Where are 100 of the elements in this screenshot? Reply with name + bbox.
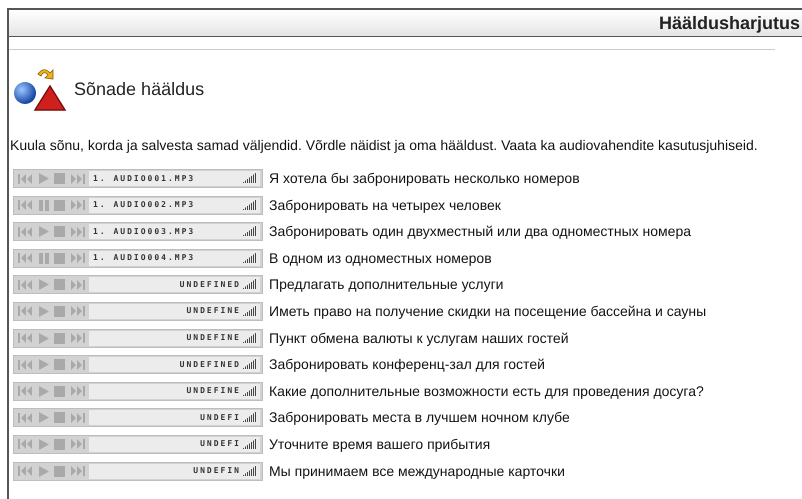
volume-icon [243, 386, 257, 397]
stop-icon[interactable] [54, 279, 65, 290]
pause-icon[interactable] [38, 200, 50, 211]
previous-icon[interactable] [18, 386, 34, 396]
phrase-text: Мы принимаем все международные карточки [269, 462, 565, 481]
stop-icon[interactable] [54, 226, 65, 238]
volume-icon [243, 306, 257, 317]
previous-icon[interactable] [18, 253, 34, 264]
audio-player[interactable]: UNDEFI [13, 408, 263, 428]
play-icon[interactable] [38, 386, 50, 397]
next-icon[interactable] [69, 412, 85, 423]
page-title: Hääldusharjutus [658, 12, 800, 35]
previous-icon[interactable] [18, 439, 34, 450]
stop-icon[interactable] [54, 466, 65, 477]
previous-icon[interactable] [18, 306, 34, 316]
volume-icon [243, 226, 257, 238]
previous-icon[interactable] [18, 360, 34, 370]
audio-player[interactable]: 1. AUDIO002.MP3 [13, 196, 263, 215]
next-icon[interactable] [69, 466, 85, 476]
phrase-text: Забронировать один двухместный или два одноместных номера [269, 222, 692, 242]
track-name: UNDEFINE [186, 332, 241, 344]
pause-icon[interactable] [38, 252, 50, 264]
play-icon[interactable] [38, 279, 50, 290]
previous-icon[interactable] [18, 412, 34, 423]
audio-player[interactable]: UNDEFINE [13, 382, 263, 401]
stop-icon[interactable] [54, 386, 65, 397]
play-icon[interactable] [38, 359, 50, 370]
phrase-text: Пункт обмена валюты к услугам наших гостей [269, 328, 569, 348]
previous-icon[interactable] [18, 333, 34, 344]
track-name: UNDEFI [200, 438, 241, 450]
section-title: Sõnade hääldus [74, 78, 204, 100]
audio-player[interactable]: UNDEFIN [13, 462, 263, 481]
volume-icon [243, 359, 257, 370]
stop-icon[interactable] [54, 412, 65, 424]
phrase-text: В одном из одноместных номеров [269, 248, 492, 268]
instructions: Kuula sõnu, korda ja salvesta samad väljendid. Võrdle näidist ja oma hääldust. Vaata ka audiovahendite kasutusjuhiseid. [9, 136, 759, 155]
audio-player[interactable]: UNDEFINE [13, 302, 263, 321]
volume-icon [243, 279, 257, 290]
phrase-text: Забронировать места в лучшем ночном клубе [269, 408, 570, 428]
stop-icon[interactable] [54, 359, 65, 370]
audio-player[interactable]: UNDEFINED [13, 275, 263, 294]
next-icon[interactable] [69, 386, 85, 396]
next-icon[interactable] [69, 280, 85, 290]
next-icon[interactable] [69, 306, 85, 316]
play-icon[interactable] [38, 466, 50, 477]
stop-icon[interactable] [54, 438, 65, 450]
track-name: 1. AUDIO004.MP3 [93, 252, 196, 264]
track-name: UNDEFINE [186, 305, 241, 318]
stop-icon[interactable] [54, 252, 65, 264]
audio-player[interactable]: 1. AUDIO001.MP3 [13, 169, 263, 188]
next-icon[interactable] [69, 200, 85, 210]
stop-icon[interactable] [54, 332, 65, 344]
volume-icon [243, 200, 257, 211]
next-icon[interactable] [69, 174, 85, 184]
track-name: 1. AUDIO002.MP3 [93, 199, 196, 212]
audio-player[interactable]: UNDEFI [13, 434, 263, 454]
phrase-text: Я хотела бы забронировать несколько номеров [269, 169, 580, 188]
play-icon[interactable] [38, 306, 50, 317]
previous-icon[interactable] [18, 226, 34, 237]
audio-player[interactable]: UNDEFINED [13, 355, 263, 374]
next-icon[interactable] [69, 333, 85, 344]
play-icon[interactable] [38, 226, 50, 238]
audio-player[interactable]: UNDEFINE [13, 328, 263, 348]
volume-icon [243, 466, 257, 477]
next-icon[interactable] [69, 226, 85, 237]
volume-icon [243, 412, 257, 424]
play-icon[interactable] [38, 332, 50, 344]
play-icon[interactable] [38, 438, 50, 450]
previous-icon[interactable] [18, 466, 34, 476]
previous-icon[interactable] [18, 174, 34, 184]
play-icon[interactable] [38, 412, 50, 424]
previous-icon[interactable] [18, 200, 34, 210]
track-name: 1. AUDIO001.MP3 [93, 172, 196, 184]
stop-icon[interactable] [54, 200, 65, 211]
shapes-icon [12, 66, 68, 112]
next-icon[interactable] [69, 360, 85, 370]
phrase-text: Предлагать дополнительные услуги [269, 275, 504, 294]
track-name: UNDEFIN [193, 465, 241, 478]
volume-icon [243, 252, 257, 264]
track-name: UNDEFINE [186, 385, 241, 398]
stop-icon[interactable] [54, 306, 65, 317]
phrase-text: Забронировать конференц-зал для гостей [269, 355, 545, 374]
next-icon[interactable] [69, 253, 85, 264]
volume-icon [243, 438, 257, 450]
track-name: UNDEFI [200, 412, 241, 424]
previous-icon[interactable] [18, 280, 34, 290]
audio-player[interactable]: 1. AUDIO003.MP3 [13, 222, 263, 242]
next-icon[interactable] [69, 439, 85, 450]
play-icon[interactable] [38, 173, 50, 184]
track-name: 1. AUDIO003.MP3 [93, 226, 196, 238]
track-name: UNDEFINED [180, 358, 241, 371]
stop-icon[interactable] [54, 173, 65, 184]
volume-icon [243, 173, 257, 184]
track-name: UNDEFINED [180, 278, 241, 291]
phrase-text: Забронировать на четырех человек [269, 196, 501, 215]
phrase-text: Иметь право на получение скидки на посещение бассейна и сауны [269, 302, 706, 321]
audio-player[interactable]: 1. AUDIO004.MP3 [13, 248, 263, 268]
volume-icon [243, 332, 257, 344]
phrase-text: Какие дополнительные возможности есть для проведения досуга? [269, 382, 704, 401]
phrase-text: Уточните время вашего прибытия [269, 434, 490, 454]
